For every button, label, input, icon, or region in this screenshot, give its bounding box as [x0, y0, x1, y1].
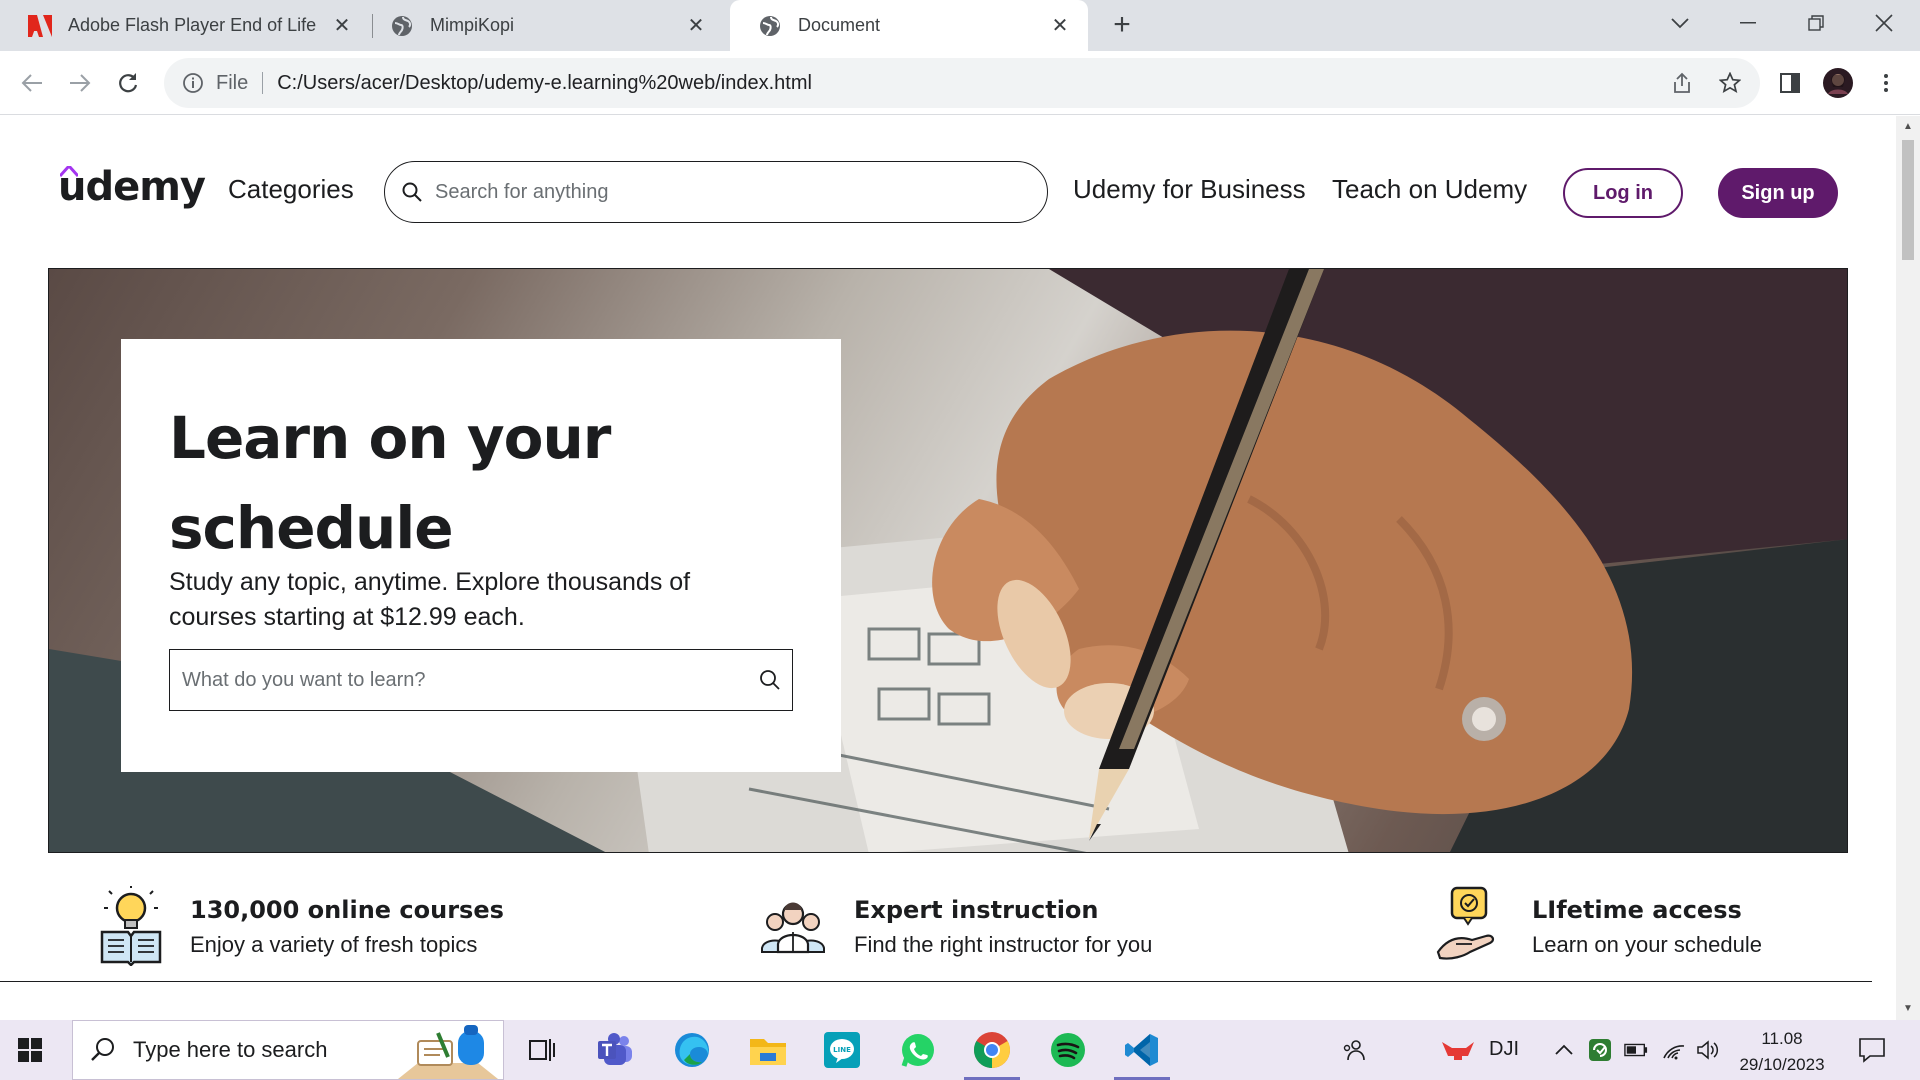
divider — [262, 72, 264, 94]
web-page: udemy Categories Udemy for Business Teac… — [0, 116, 1896, 1020]
taskbar-search-text: Type here to search — [133, 1037, 328, 1062]
feature-description: Learn on your schedule — [1532, 932, 1762, 957]
new-tab-button[interactable]: + — [1106, 10, 1138, 42]
hero-search-bar[interactable] — [169, 649, 793, 711]
signup-button[interactable]: Sign up — [1718, 168, 1838, 218]
battery-icon[interactable] — [1624, 1038, 1648, 1062]
tab-title: MimpiKopi — [430, 15, 515, 35]
scrollbar-thumb[interactable] — [1902, 140, 1914, 260]
globe-icon — [390, 14, 414, 38]
tab-mimpikopi[interactable]: MimpiKopi ✕ — [362, 0, 724, 51]
login-button[interactable]: Log in — [1563, 168, 1683, 218]
back-arrow-icon[interactable] — [16, 67, 48, 99]
search-input[interactable] — [435, 180, 1015, 204]
categories-link[interactable]: Categories — [228, 174, 354, 205]
adobe-icon — [28, 14, 52, 38]
bookmark-star-icon[interactable] — [1712, 65, 1748, 101]
edge-icon[interactable] — [670, 1028, 714, 1072]
feature-title: LIfetime access — [1532, 896, 1742, 924]
share-icon[interactable] — [1664, 65, 1700, 101]
feature-title: Expert instruction — [854, 896, 1099, 924]
feature-online-courses: 130,000 online courses Enjoy a variety o… — [96, 886, 616, 966]
task-view-icon[interactable] — [520, 1028, 564, 1072]
section-divider — [0, 981, 1872, 982]
close-window-button[interactable] — [1864, 8, 1904, 38]
file-explorer-icon[interactable] — [746, 1028, 790, 1072]
search-icon[interactable] — [758, 668, 782, 692]
scroll-up-arrow-icon[interactable]: ▲ — [1903, 122, 1913, 132]
url-scheme-label: File — [216, 71, 249, 94]
menu-kebab-icon[interactable] — [1868, 65, 1904, 101]
tab-adobe-flash[interactable]: Adobe Flash Player End of Life ✕ — [0, 0, 370, 51]
clock-time: 11.08 — [1761, 1029, 1803, 1048]
line-app-icon[interactable]: LINE — [820, 1028, 864, 1072]
vscode-icon[interactable] — [1114, 1028, 1170, 1080]
header-search-bar[interactable] — [384, 161, 1048, 223]
restore-button[interactable] — [1796, 8, 1836, 38]
globe-icon — [758, 14, 782, 38]
instructors-group-icon — [761, 902, 825, 954]
hero-card: Learn on your schedule Study any topic, … — [121, 339, 841, 772]
profile-avatar[interactable] — [1820, 65, 1856, 101]
scroll-down-arrow-icon[interactable]: ▼ — [1903, 1004, 1913, 1014]
teams-icon[interactable] — [594, 1028, 638, 1072]
tab-document[interactable]: Document ✕ — [730, 0, 1088, 51]
chevron-up-icon[interactable] — [1552, 1038, 1576, 1062]
browser-toolbar: File C:/Users/acer/Desktop/udemy-e.learn… — [0, 51, 1920, 115]
feature-title: 130,000 online courses — [190, 896, 504, 924]
info-icon[interactable] — [180, 70, 206, 96]
page-scrollbar[interactable]: ▲ ▼ — [1896, 116, 1920, 1020]
windows-start-icon[interactable] — [18, 1038, 42, 1062]
tab-search-chevron-icon[interactable] — [1660, 8, 1700, 38]
address-bar[interactable]: File C:/Users/acer/Desktop/udemy-e.learn… — [164, 58, 1760, 108]
whatsapp-icon[interactable] — [896, 1028, 940, 1072]
tab-title: Adobe Flash Player End of Life — [68, 15, 317, 35]
dji-tray-label: DJI — [1489, 1038, 1519, 1060]
url-text[interactable]: C:/Users/acer/Desktop/udemy-e.learning%2… — [277, 72, 812, 95]
feature-expert-instruction: Expert instruction Find the right instru… — [758, 886, 1278, 966]
close-icon[interactable]: ✕ — [330, 14, 354, 38]
udemy-for-business-link[interactable]: Udemy for Business — [1073, 174, 1306, 205]
system-clock[interactable]: 11.08 29/10/2023 — [1730, 1026, 1834, 1078]
hero-title: Learn on your schedule — [169, 393, 809, 573]
lightbulb-book-icon — [100, 886, 162, 966]
spotify-icon[interactable] — [1046, 1028, 1090, 1072]
dji-icon[interactable] — [1440, 1038, 1476, 1062]
search-icon[interactable] — [399, 179, 425, 205]
tab-title: Document — [798, 15, 881, 35]
hero-title-line2: schedule — [169, 494, 454, 562]
windows-taskbar: Type here to search LINE DJI 11.08 29/10… — [0, 1020, 1920, 1080]
feature-description: Enjoy a variety of fresh topics — [190, 932, 478, 957]
reload-icon[interactable] — [112, 67, 144, 99]
notification-center-icon[interactable] — [1858, 1036, 1886, 1064]
feature-description: Find the right instructor for you — [854, 932, 1153, 957]
side-panel-icon[interactable] — [1772, 65, 1808, 101]
minimize-button[interactable] — [1728, 8, 1768, 38]
hand-checkmark-icon — [1436, 886, 1495, 960]
hero-title-line1: Learn on your — [169, 404, 611, 472]
clock-date: 29/10/2023 — [1739, 1055, 1825, 1074]
security-app-tray-icon[interactable] — [1588, 1038, 1612, 1062]
forward-arrow-icon[interactable] — [64, 67, 96, 99]
wifi-icon[interactable] — [1662, 1038, 1686, 1062]
search-icon — [91, 1038, 114, 1061]
hero-subtitle: Study any topic, anytime. Explore thousa… — [169, 568, 691, 631]
hero-search-input[interactable] — [182, 668, 742, 692]
volume-icon[interactable] — [1696, 1038, 1720, 1062]
feature-lifetime-access: LIfetime access Learn on your schedule — [1434, 886, 1874, 966]
browser-tab-bar: Adobe Flash Player End of Life ✕ MimpiKo… — [0, 0, 1920, 51]
search-highlight-illustration-icon — [398, 1025, 498, 1079]
close-icon[interactable]: ✕ — [1048, 14, 1072, 38]
chrome-icon[interactable] — [964, 1028, 1020, 1080]
teach-on-udemy-link[interactable]: Teach on Udemy — [1332, 174, 1527, 205]
svg-text:LINE: LINE — [833, 1046, 851, 1054]
taskbar-search-box[interactable]: Type here to search — [72, 1020, 504, 1080]
udemy-logo[interactable]: udemy — [58, 164, 206, 210]
close-icon[interactable]: ✕ — [684, 14, 708, 38]
hero-banner: Learn on your schedule Study any topic, … — [48, 268, 1848, 853]
people-icon[interactable] — [1342, 1038, 1366, 1062]
